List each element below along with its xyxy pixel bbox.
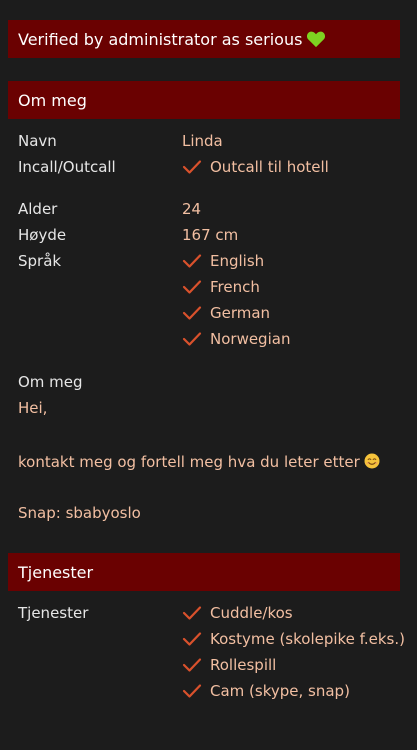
services-section-header: Tjenester [8,553,400,591]
description-body-row: kontakt meg og fortell meg hva du leter … [18,453,380,471]
language-label: Språk [18,252,62,270]
checkmark-icon [182,605,202,621]
checkmark-icon [182,683,202,699]
incall-label: Incall/Outcall [18,158,116,176]
services-header-title: Tjenester [18,562,94,582]
checkmark-icon [182,305,202,321]
description-body: kontakt meg og fortell meg hva du leter … [18,453,360,471]
language-item: English [182,252,264,270]
description-snap: Snap: sbabyoslo [18,504,141,522]
about-header-title: Om meg [18,90,87,110]
profile-page: Verified by administrator as serious Om … [0,0,417,750]
service-item: Cam (skype, snap) [182,682,350,700]
language-german: German [210,304,271,322]
checkmark-icon [182,657,202,673]
service-cuddle: Cuddle/kos [210,604,293,622]
verified-banner: Verified by administrator as serious [8,20,400,58]
language-english: English [210,252,265,270]
height-label: Høyde [18,226,67,244]
name-value: Linda [182,132,223,150]
age-value: 24 [182,200,202,218]
verified-text: Verified by administrator as serious [18,29,303,49]
height-value: 167 cm [182,226,239,244]
age-label: Alder [18,200,58,218]
service-item: Kostyme (skolepike f.eks.) [182,630,405,648]
language-item: German [182,304,270,322]
checkmark-icon [182,331,202,347]
service-cam: Cam (skype, snap) [210,682,350,700]
smiling-face-icon [364,453,380,469]
checkmark-icon [182,279,202,295]
description-greeting: Hei, [18,399,48,417]
green-heart-icon [306,30,326,48]
incall-value: Outcall til hotell [210,158,329,176]
language-french: French [210,278,260,296]
checkmark-icon [182,253,202,269]
description-label: Om meg [18,373,83,391]
service-costume: Kostyme (skolepike f.eks.) [210,630,405,648]
about-section-header: Om meg [8,81,400,119]
checkmark-icon [182,159,202,175]
name-label: Navn [18,132,57,150]
checkmark-icon [182,631,202,647]
language-norwegian: Norwegian [210,330,291,348]
services-label: Tjenester [18,604,89,622]
service-roleplay: Rollespill [210,656,277,674]
incall-value-row: Outcall til hotell [182,158,329,176]
service-item: Cuddle/kos [182,604,293,622]
language-item: French [182,278,260,296]
service-item: Rollespill [182,656,276,674]
language-item: Norwegian [182,330,290,348]
